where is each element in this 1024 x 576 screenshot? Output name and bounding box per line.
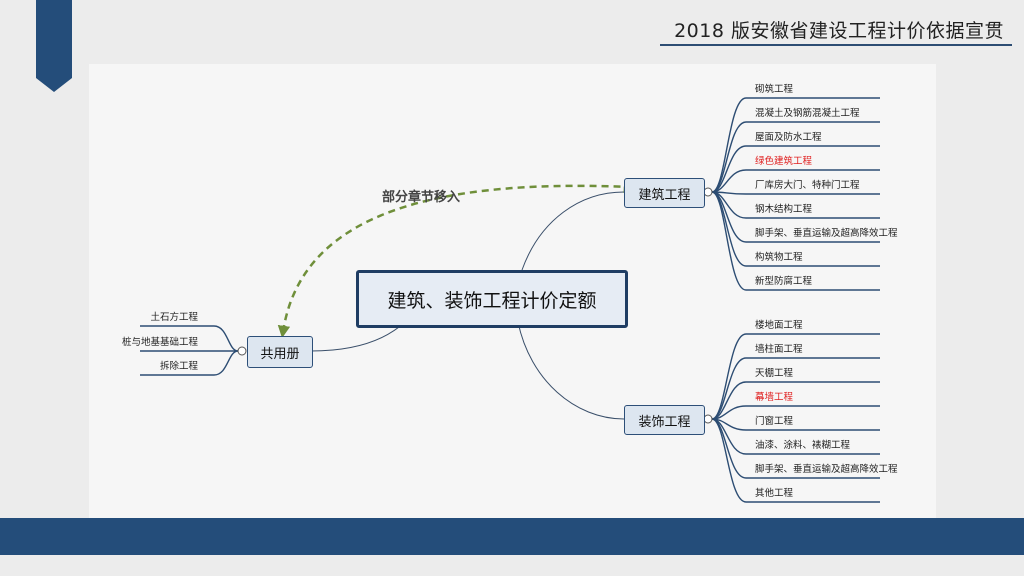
leaf-topic[interactable]: 幕墙工程 <box>755 392 793 404</box>
common-node[interactable]: 共用册 <box>247 336 313 368</box>
leaf-topic[interactable]: 门窗工程 <box>755 416 793 428</box>
leaf-topic[interactable]: 厂库房大门、特种门工程 <box>755 180 860 192</box>
leaf-topic[interactable]: 桩与地基基础工程 <box>122 337 198 349</box>
central-node[interactable]: 建筑、装饰工程计价定额 <box>356 270 628 328</box>
common-collapse-toggle <box>237 346 247 356</box>
building-node[interactable]: 建筑工程 <box>624 178 705 208</box>
connector-central-decoration <box>517 321 625 420</box>
leaf-topic[interactable]: 混凝土及钢筋混凝土工程 <box>755 108 860 120</box>
leaf-topic[interactable]: 脚手架、垂直运输及超高降效工程 <box>755 228 898 240</box>
leaf-topic[interactable]: 砌筑工程 <box>755 84 793 96</box>
branch-line <box>711 418 880 503</box>
branch-line <box>711 191 880 195</box>
leaf-topic[interactable]: 拆除工程 <box>160 361 198 373</box>
leaf-topic[interactable]: 天棚工程 <box>755 368 793 380</box>
connector-central-building <box>521 191 625 271</box>
leaf-topic[interactable]: 油漆、涂料、裱糊工程 <box>755 440 850 452</box>
branch-line <box>711 405 880 420</box>
leaf-topic[interactable]: 钢木结构工程 <box>755 204 812 216</box>
decoration-node[interactable]: 装饰工程 <box>624 405 705 435</box>
leaf-topic[interactable]: 土石方工程 <box>150 312 198 324</box>
leaf-topic[interactable]: 构筑物工程 <box>755 252 803 264</box>
leaf-topic[interactable]: 脚手架、垂直运输及超高降效工程 <box>755 464 898 476</box>
decoration-collapse-toggle <box>703 414 713 424</box>
leaf-topic[interactable]: 墙柱面工程 <box>755 344 803 356</box>
leaf-topic[interactable]: 楼地面工程 <box>755 320 803 332</box>
transfer-annotation: 部分章节移入 <box>382 190 461 205</box>
decoration-branch-lines <box>711 333 880 503</box>
footer-bar <box>0 518 1024 555</box>
leaf-topic[interactable]: 绿色建筑工程 <box>755 156 812 168</box>
building-collapse-toggle <box>703 187 713 197</box>
branch-line <box>711 418 880 431</box>
leaf-topic[interactable]: 其他工程 <box>755 488 793 500</box>
branch-line <box>711 357 880 420</box>
leaf-topic[interactable]: 新型防腐工程 <box>755 276 812 288</box>
leaf-topic[interactable]: 屋面及防水工程 <box>755 132 822 144</box>
branch-line <box>711 381 880 420</box>
